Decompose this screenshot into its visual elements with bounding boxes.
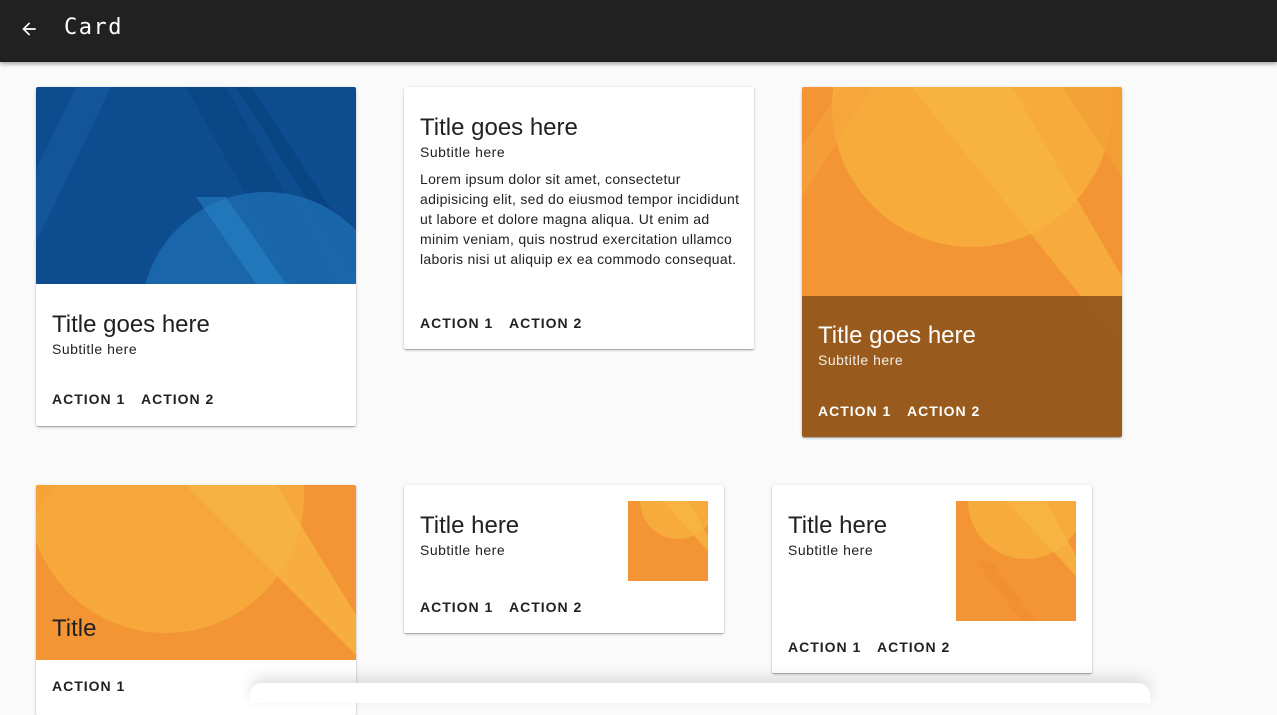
card-body-text: Lorem ipsum dolor sit amet, consectetur … (420, 171, 740, 267)
card-media-image (36, 87, 356, 284)
card-overlay: Title goes here Subtitle here ACTION 1 A… (802, 87, 1122, 437)
card-thumbnail-image (956, 501, 1076, 621)
card-large-thumb: Title here Subtitle here ACTION 1 ACTION… (772, 485, 1092, 673)
card-media-top: Title goes here Subtitle here ACTION 1 A… (36, 87, 356, 426)
card-title: Title (52, 615, 97, 642)
card-title: Title here (420, 512, 520, 539)
card-title: Title goes here (52, 311, 210, 338)
action-2-button[interactable]: ACTION 2 (877, 639, 950, 655)
card-text: Title goes here Subtitle here Lorem ipsu… (404, 87, 754, 349)
action-2-button[interactable]: ACTION 2 (907, 403, 980, 419)
card-title: Title goes here (420, 114, 578, 141)
card-media-title: Title ACTION 1 (36, 485, 356, 715)
card-subtitle: Subtitle here (788, 542, 874, 558)
card-title: Title goes here (818, 322, 976, 349)
app-bar: Card (0, 0, 1277, 62)
card-subtitle: Subtitle here (818, 352, 904, 368)
action-1-button[interactable]: ACTION 1 (818, 403, 891, 419)
action-1-button[interactable]: ACTION 1 (420, 599, 493, 615)
card-subtitle: Subtitle here (52, 341, 138, 357)
arrow-back-icon[interactable] (14, 14, 44, 44)
card-thumbnail-image (628, 501, 708, 581)
card-small-thumb: Title here Subtitle here ACTION 1 ACTION… (404, 485, 724, 633)
action-2-button[interactable]: ACTION 2 (509, 315, 582, 331)
card-title: Title here (788, 512, 888, 539)
action-1-button[interactable]: ACTION 1 (52, 678, 125, 694)
card-subtitle: Subtitle here (420, 144, 506, 160)
action-1-button[interactable]: ACTION 1 (420, 315, 493, 331)
action-2-button[interactable]: ACTION 2 (141, 391, 214, 407)
page-title: Card (64, 15, 123, 40)
card-subtitle: Subtitle here (420, 542, 506, 558)
action-1-button[interactable]: ACTION 1 (788, 639, 861, 655)
action-2-button[interactable]: ACTION 2 (509, 599, 582, 615)
bottom-sheet-edge (250, 683, 1150, 703)
action-1-button[interactable]: ACTION 1 (52, 391, 125, 407)
